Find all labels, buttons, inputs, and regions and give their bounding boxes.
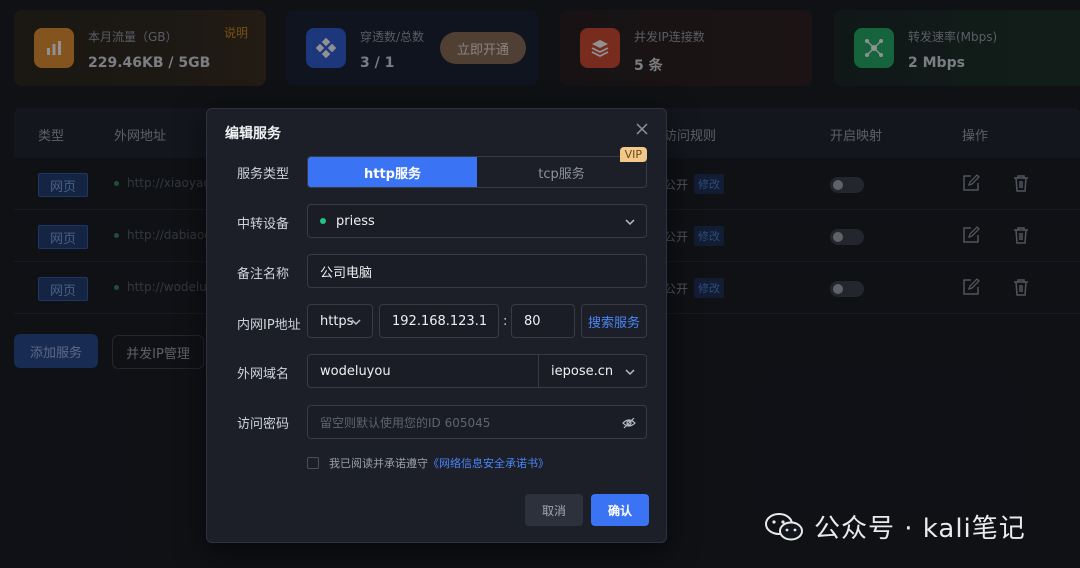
agree-checkbox[interactable] — [307, 457, 319, 469]
password-label: 访问密码 — [237, 417, 290, 432]
confirm-button[interactable]: 确认 — [591, 494, 649, 526]
subdomain-input[interactable]: wodeluyou — [307, 354, 539, 388]
wechat-icon — [765, 512, 803, 540]
agreement-row: 我已阅读并承诺遵守 《网络信息安全承诺书》 — [307, 455, 549, 471]
service-type-label: 服务类型 — [237, 167, 290, 182]
password-placeholder: 留空则默认使用您的ID 605045 — [320, 415, 491, 430]
relay-device-value: priess — [336, 213, 375, 229]
protocol-value: https — [320, 313, 354, 329]
domain-label: 外网域名 — [237, 367, 290, 382]
vip-badge: VIP — [619, 147, 647, 162]
eye-off-icon[interactable] — [622, 416, 636, 430]
remark-label: 备注名称 — [237, 267, 290, 282]
protocol-select[interactable]: https — [307, 304, 373, 338]
agree-text: 我已阅读并承诺遵守 — [329, 457, 428, 470]
chevron-down-icon — [625, 219, 635, 226]
agreement-link[interactable]: 《网络信息安全承诺书》 — [428, 455, 549, 471]
watermark: 公众号 · kali笔记 — [764, 508, 1026, 545]
chevron-down-icon — [625, 369, 635, 376]
watermark-text: 公众号 · kali笔记 — [814, 514, 1026, 544]
dialog-title: 编辑服务 — [225, 126, 281, 142]
close-icon[interactable] — [634, 121, 650, 137]
root-domain-select[interactable]: iepose.cn — [538, 354, 647, 388]
port-input[interactable]: 80 — [511, 304, 575, 338]
relay-device-label: 中转设备 — [237, 217, 290, 232]
password-input[interactable]: 留空则默认使用您的ID 605045 — [307, 405, 647, 439]
chevron-down-icon — [351, 319, 361, 326]
online-status-dot — [320, 218, 326, 224]
port-separator: : — [503, 314, 508, 329]
root-domain-value: iepose.cn — [551, 363, 614, 379]
relay-device-select[interactable]: priess — [307, 204, 647, 238]
ip-input[interactable]: 192.168.123.1 — [379, 304, 499, 338]
service-type-switch: http服务 tcp服务 VIP — [307, 147, 647, 188]
search-service-button[interactable]: 搜索服务 — [581, 304, 647, 338]
lan-ip-label: 内网IP地址 — [237, 318, 301, 333]
http-service-option[interactable]: http服务 — [308, 157, 477, 187]
remark-input[interactable]: 公司电脑 — [307, 254, 647, 288]
edit-service-dialog: 编辑服务 服务类型 http服务 tcp服务 VIP 中转设备 priess 备… — [206, 108, 667, 543]
cancel-button[interactable]: 取消 — [525, 494, 583, 526]
